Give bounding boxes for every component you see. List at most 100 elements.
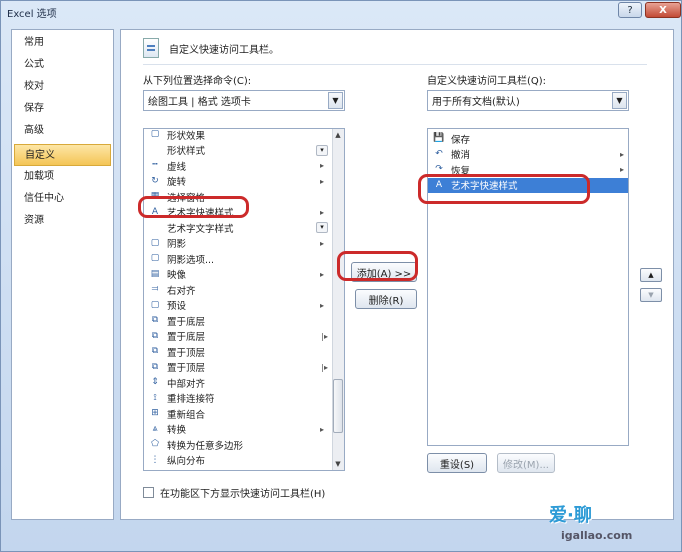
scroll-down-icon[interactable]: ▼ xyxy=(332,458,344,470)
nav-item[interactable]: 校对 xyxy=(12,76,113,98)
nav-item[interactable]: 信任中心 xyxy=(12,188,113,210)
command-item[interactable]: ⫤ 右对齐 xyxy=(144,282,332,298)
split-arrow-icon[interactable]: |▸ xyxy=(321,332,328,341)
qat-item-label: 恢复 xyxy=(451,165,471,177)
category-nav: 常用 公式 校对 保存 高级 自定义 加载项 信任中心 资源 xyxy=(11,29,114,520)
qat-item-label: 保存 xyxy=(451,134,471,146)
nav-item[interactable]: 保存 xyxy=(12,98,113,120)
command-item[interactable]: ⧉ 置于顶层 xyxy=(144,344,332,360)
move-up-button[interactable]: ▲ xyxy=(640,268,662,282)
command-item[interactable]: ⩓ 转换 ▸ xyxy=(144,422,332,438)
add-button[interactable]: 添加(A) >> xyxy=(351,262,417,282)
commands-list[interactable]: 组合 ⋮ 纵向分布 ⬠ 转换为任意多边形 ⩓ 转换 ▸ ⊞ 重新组合 ⟟ 重排连接符 ⇕ 中部对齐 ⧉ 置于顶… xyxy=(143,128,345,471)
command-item[interactable]: ▤ 映像 ▸ xyxy=(144,267,332,283)
chevron-down-icon[interactable]: ▼ xyxy=(612,92,627,109)
nav-item[interactable]: 自定义 xyxy=(14,144,111,166)
nav-item[interactable]: 公式 xyxy=(12,54,113,76)
nav-item[interactable]: 常用 xyxy=(12,32,113,54)
command-icon: ⬠ xyxy=(151,439,159,450)
gallery-dropdown-icon[interactable]: ▾ xyxy=(316,222,328,234)
command-item[interactable]: ⧉ 置于底层 |▸ xyxy=(144,329,332,345)
modify-button[interactable]: 修改(M)... xyxy=(497,453,555,473)
command-item[interactable]: 形状样式 ▾ xyxy=(144,143,332,159)
submenu-arrow-icon: ▸ xyxy=(619,149,624,159)
show-below-ribbon-option[interactable]: 在功能区下方显示快速访问工具栏(H) xyxy=(143,485,325,500)
command-item[interactable]: 组合 xyxy=(144,468,332,471)
qat-item[interactable]: ↷ 恢复 ▸ xyxy=(428,162,628,178)
command-icon: ▢ xyxy=(150,253,160,264)
command-label: 中部对齐 xyxy=(167,378,206,390)
choose-commands-label: 从下列位置选择命令(C): xyxy=(143,76,252,87)
command-item[interactable]: ▢ 阴影选项... xyxy=(144,251,332,267)
submenu-arrow-icon: ▸ xyxy=(319,238,324,248)
command-label: 选择窗格 xyxy=(167,192,206,204)
submenu-arrow-icon: ▸ xyxy=(619,165,624,175)
show-below-ribbon-label: 在功能区下方显示快速访问工具栏(H) xyxy=(160,489,326,500)
command-label: 艺术字文字样式 xyxy=(167,223,234,235)
command-label: 艺术字快速样式 xyxy=(167,208,234,220)
command-label: 形状样式 xyxy=(167,146,206,158)
command-icon: ⧉ xyxy=(151,346,159,357)
qat-item-icon: ↷ xyxy=(435,164,443,175)
command-icon: ▦ xyxy=(150,191,160,202)
command-item[interactable]: ⊞ 重新组合 xyxy=(144,406,332,422)
nav-item[interactable]: 资源 xyxy=(12,210,113,232)
command-label: 重排连接符 xyxy=(167,394,215,406)
command-item[interactable]: ┅ 虚线 ▸ xyxy=(144,158,332,174)
command-item[interactable]: ⇕ 中部对齐 xyxy=(144,375,332,391)
qat-scope-value: 用于所有文档(默认) xyxy=(432,97,520,108)
qat-item-icon: ↶ xyxy=(435,148,443,159)
command-label: 虚线 xyxy=(167,161,187,173)
command-icon: ⧉ xyxy=(151,361,159,372)
command-label: 右对齐 xyxy=(167,285,196,297)
gallery-dropdown-icon[interactable]: ▾ xyxy=(316,144,328,156)
close-button[interactable]: X xyxy=(645,2,681,18)
nav-item[interactable]: 高级 xyxy=(12,120,113,142)
command-icon: ⧉ xyxy=(151,330,159,341)
command-item[interactable]: ▢ 预设 ▸ xyxy=(144,298,332,314)
command-icon: ⩓ xyxy=(152,423,158,434)
command-label: 旋转 xyxy=(167,177,187,189)
commands-source-dropdown[interactable]: 绘图工具 | 格式 选项卡 ▼ xyxy=(143,90,345,111)
scroll-thumb[interactable] xyxy=(333,379,343,433)
qat-item[interactable]: 💾 保存 xyxy=(428,131,628,147)
scroll-up-icon[interactable]: ▲ xyxy=(332,129,344,141)
qat-item-icon: 💾 xyxy=(433,133,445,144)
qat-item[interactable]: ↶ 撤消 ▸ xyxy=(428,147,628,163)
nav-item[interactable]: 加载项 xyxy=(12,166,113,188)
split-arrow-icon[interactable]: |▸ xyxy=(321,363,328,372)
reset-button[interactable]: 重设(S) xyxy=(427,453,487,473)
command-label: 置于顶层 xyxy=(167,347,206,359)
command-item[interactable]: ⧉ 置于顶层 |▸ xyxy=(144,360,332,376)
command-item[interactable]: 艺术字文字样式 ▾ xyxy=(144,220,332,236)
move-down-button[interactable]: ▼ xyxy=(640,288,662,302)
command-label: 纵向分布 xyxy=(167,456,206,468)
command-icon: ⊞ xyxy=(151,408,159,419)
command-item[interactable]: ⬠ 转换为任意多边形 xyxy=(144,437,332,453)
panel-header: 自定义快速访问工具栏。 xyxy=(143,38,279,58)
command-icon xyxy=(148,470,162,471)
commands-scrollbar[interactable]: ▲ ▼ xyxy=(332,129,344,470)
command-item[interactable]: ⋮ 纵向分布 xyxy=(144,453,332,469)
command-item[interactable]: ↻ 旋转 ▸ xyxy=(144,174,332,190)
command-label: 阴影选项... xyxy=(167,254,215,266)
show-below-ribbon-checkbox[interactable] xyxy=(143,487,154,498)
remove-button[interactable]: 删除(R) xyxy=(355,289,417,309)
qat-scope-dropdown[interactable]: 用于所有文档(默认) ▼ xyxy=(427,90,629,111)
customize-panel: 自定义快速访问工具栏。 从下列位置选择命令(C): 绘图工具 | 格式 选项卡 … xyxy=(120,29,674,520)
help-button[interactable]: ? xyxy=(618,2,642,18)
qat-item-icon: A xyxy=(435,179,443,190)
command-item[interactable]: ⟟ 重排连接符 xyxy=(144,391,332,407)
command-label: 形状效果 xyxy=(167,130,206,142)
qat-item[interactable]: A 艺术字快速样式 xyxy=(428,177,628,193)
qat-list[interactable]: 💾 保存 ↶ 撤消 ▸ ↷ 恢复 ▸ A 艺术字快速样式 xyxy=(427,128,629,446)
command-item[interactable]: ▢ 阴影 ▸ xyxy=(144,236,332,252)
command-icon: ⋮ xyxy=(150,454,160,465)
command-item[interactable]: ▢ 形状效果 xyxy=(144,129,332,143)
chevron-down-icon[interactable]: ▼ xyxy=(328,92,343,109)
command-item[interactable]: ▦ 选择窗格 xyxy=(144,189,332,205)
command-icon: ⧉ xyxy=(151,315,159,326)
watermark-url: igallao.com xyxy=(561,529,633,542)
command-item[interactable]: A 艺术字快速样式 ▸ xyxy=(144,205,332,221)
command-item[interactable]: ⧉ 置于底层 xyxy=(144,313,332,329)
